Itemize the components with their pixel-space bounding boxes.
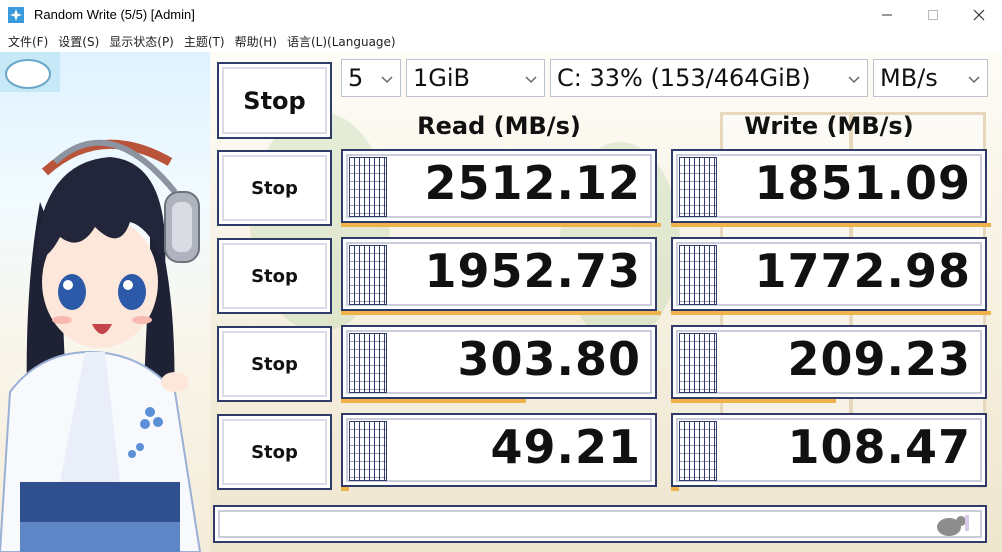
maximize-button[interactable] [910,0,956,30]
menu-language[interactable]: 语言(L)(Language) [287,33,396,50]
test-button-3[interactable]: Stop [217,326,332,402]
meter-icon [349,333,387,393]
chevron-down-icon [848,76,860,84]
menu-display[interactable]: 显示状态(P) [109,33,174,50]
read-progress-1 [341,223,661,227]
read-value-4: 49.21 [490,420,641,474]
read-result-1: 2512.12 [341,149,661,227]
meter-icon [679,245,717,305]
write-progress-2 [671,311,991,315]
test-count-value: 5 [348,64,364,92]
write-result-3: 209.23 [671,325,987,403]
read-column-header: Read (MB/s) [417,112,581,140]
comment-field[interactable] [213,505,987,543]
read-result-4: 49.21 [341,413,657,491]
test-size-value: 1GiB [413,64,470,92]
read-value-1: 2512.12 [424,156,641,210]
write-column-header: Write (MB/s) [744,112,914,140]
meter-icon [349,157,387,217]
meter-icon [679,333,717,393]
read-value-2: 1952.73 [424,244,641,298]
chevron-down-icon [381,76,393,84]
write-result-2: 1772.98 [671,237,991,315]
read-progress-2 [341,311,661,315]
menu-bar: 文件(F) 设置(S) 显示状态(P) 主题(T) 帮助(H) 语言(L)(La… [0,30,1002,52]
meter-icon [679,157,717,217]
read-progress-3 [341,399,526,403]
close-icon [973,9,985,21]
write-result-4: 108.47 [671,413,987,491]
chevron-down-icon [968,76,980,84]
test-button-4[interactable]: Stop [217,414,332,490]
read-progress-4 [341,487,349,491]
drive-select[interactable]: C: 33% (153/464GiB) [550,59,868,97]
menu-settings[interactable]: 设置(S) [58,33,99,50]
window-title: Random Write (5/5) [Admin] [34,7,195,22]
write-value-2: 1772.98 [754,244,971,298]
test-button-2[interactable]: Stop [217,238,332,314]
unit-value: MB/s [880,64,938,92]
read-result-2: 1952.73 [341,237,661,315]
chevron-down-icon [525,76,537,84]
meter-icon [349,245,387,305]
test-size-select[interactable]: 1GiB [406,59,545,97]
menu-file[interactable]: 文件(F) [8,33,48,50]
meter-icon [349,421,387,481]
maximize-icon [928,10,938,20]
read-value-3: 303.80 [457,332,641,386]
minimize-button[interactable] [864,0,910,30]
start-all-button[interactable]: Stop [217,62,332,139]
main-content: Stop 5 1GiB C: 33% (153/464GiB) MB/s Rea… [0,52,1002,552]
unit-select[interactable]: MB/s [873,59,988,97]
write-progress-3 [671,399,836,403]
drive-value: C: 33% (153/464GiB) [557,64,811,92]
write-value-4: 108.47 [787,420,971,474]
menu-help[interactable]: 帮助(H) [235,33,277,50]
write-value-1: 1851.09 [754,156,971,210]
write-progress-4 [671,487,679,491]
character-illustration [0,52,210,552]
app-icon [8,7,24,23]
test-count-select[interactable]: 5 [341,59,401,97]
close-button[interactable] [956,0,1002,30]
write-value-3: 209.23 [787,332,971,386]
minimize-icon [882,14,892,16]
read-result-3: 303.80 [341,325,657,403]
menu-theme[interactable]: 主题(T) [184,33,225,50]
mascot-icon [937,515,969,536]
character-art [0,52,202,552]
write-result-1: 1851.09 [671,149,991,227]
test-button-1[interactable]: Stop [217,150,332,226]
meter-icon [679,421,717,481]
title-bar: Random Write (5/5) [Admin] [0,0,1002,30]
write-progress-1 [671,223,991,227]
